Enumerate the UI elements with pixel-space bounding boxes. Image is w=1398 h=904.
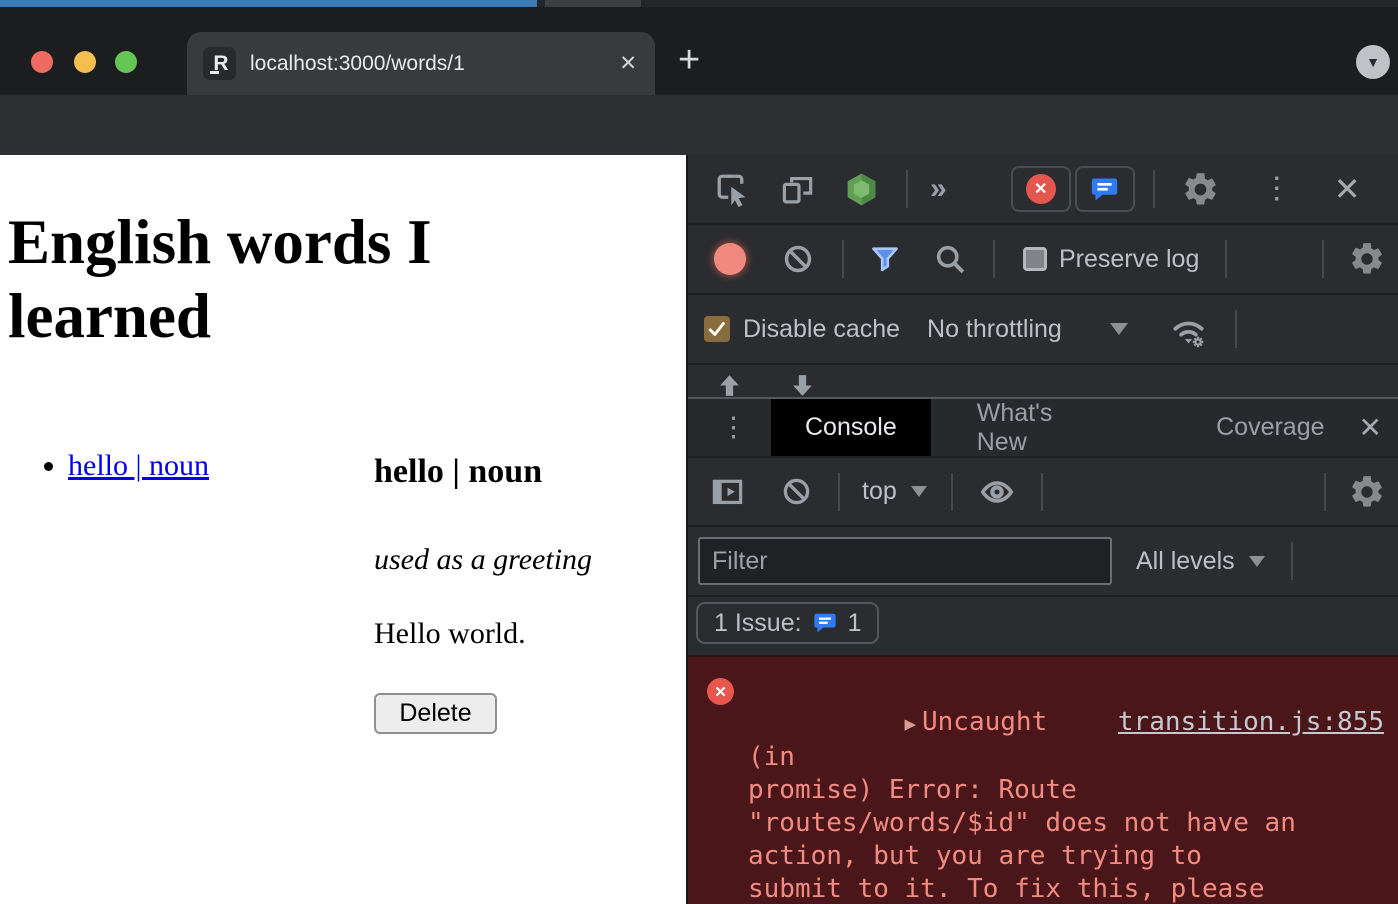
tab-close-icon[interactable]: ✕ <box>619 51 637 76</box>
log-level-select[interactable]: All levels <box>1136 547 1235 576</box>
console-filter-input[interactable] <box>698 537 1112 585</box>
issues-row: 1 Issue: 1 <box>688 597 1398 649</box>
window-top-edge <box>0 0 1398 7</box>
content-area: English words I learned hello | noun hel… <box>0 155 1398 904</box>
issues-bubble-icon <box>1089 174 1120 205</box>
issues-counter-button[interactable]: 1 Issue: 1 <box>696 602 879 644</box>
tab-title: localhost:3000/words/1 <box>250 52 465 76</box>
delete-button[interactable]: Delete <box>374 693 497 734</box>
console-sidebar-icon[interactable] <box>710 474 745 509</box>
preserve-log-label[interactable]: Preserve log <box>1059 245 1199 274</box>
word-detail-title: hello | noun <box>374 453 542 491</box>
separator <box>838 473 840 511</box>
separator <box>1235 310 1237 348</box>
console-error-entry[interactable]: ✕ transition.js:855▶Uncaught (in promise… <box>688 655 1398 904</box>
browser-tab[interactable]: R localhost:3000/words/1 ✕ <box>187 32 655 95</box>
console-filter-row: All levels <box>688 527 1398 597</box>
error-source-link[interactable]: transition.js:855 <box>1118 706 1384 739</box>
network-search-icon[interactable] <box>934 243 967 276</box>
record-network-log-button[interactable] <box>714 243 746 275</box>
node-icon[interactable] <box>843 171 880 208</box>
separator <box>993 240 995 278</box>
import-har-icon[interactable] <box>716 372 743 399</box>
separator <box>842 240 844 278</box>
error-count-icon: ✕ <box>1026 174 1056 204</box>
drawer-menu-icon[interactable]: ⋮ <box>720 414 747 441</box>
separator <box>1225 240 1227 278</box>
checkmark-icon <box>706 318 728 340</box>
background-window-notch <box>545 0 641 7</box>
disable-cache-checkbox[interactable] <box>704 316 730 342</box>
expand-triangle-icon[interactable]: ▶ <box>905 713 916 735</box>
separator <box>951 473 953 511</box>
issues-count: 1 <box>848 609 862 638</box>
throttling-caret-icon[interactable] <box>1110 323 1128 335</box>
remix-favicon-icon: R <box>203 47 236 80</box>
more-panels-icon[interactable]: » <box>930 172 949 206</box>
word-list: hello | noun <box>40 449 209 483</box>
network-conditions-icon[interactable] <box>1168 309 1209 350</box>
context-select[interactable]: top <box>862 477 897 506</box>
export-har-icon[interactable] <box>789 372 816 399</box>
throttling-select[interactable]: No throttling <box>927 315 1062 344</box>
error-icon: ✕ <box>707 678 734 705</box>
network-toolbar: Preserve log <box>688 225 1398 295</box>
separator <box>1153 170 1155 208</box>
separator <box>1324 473 1326 511</box>
clear-console-icon[interactable] <box>781 476 812 507</box>
separator <box>1322 240 1324 278</box>
tab-coverage[interactable]: Coverage <box>1182 399 1358 456</box>
issues-badge[interactable] <box>1075 166 1135 212</box>
tab-whats-new[interactable]: What's New <box>943 399 1126 456</box>
tab-search-button[interactable]: ▼ <box>1356 45 1390 79</box>
web-page: English words I learned hello | noun hel… <box>0 155 686 904</box>
traffic-light-close[interactable] <box>31 51 53 73</box>
traffic-light-zoom[interactable] <box>115 51 137 73</box>
network-filter-icon[interactable] <box>868 242 902 276</box>
device-toolbar-icon[interactable] <box>780 172 815 207</box>
new-tab-button[interactable]: + <box>678 39 700 82</box>
word-example: Hello world. <box>374 617 526 651</box>
devtools-main-toolbar: » ✕ ⋮ ✕ <box>688 155 1398 225</box>
har-import-export-row <box>688 365 1398 399</box>
background-window-edge <box>0 0 537 7</box>
page-title: English words I learned <box>8 205 568 354</box>
console-toolbar: top <box>688 458 1398 527</box>
log-level-caret-icon[interactable] <box>1249 556 1265 567</box>
drawer-tab-bar: ⋮ Console What's New Coverage ✕ <box>688 399 1398 458</box>
issue-bubble-icon <box>812 610 838 636</box>
separator <box>1291 542 1293 580</box>
browser-toolbar: ← → localhost:3000/words/1 ☆ Incognito ⋮ <box>0 95 1398 155</box>
network-options-row: Disable cache No throttling <box>688 295 1398 365</box>
remix-underbar <box>210 71 219 74</box>
devtools-panel: » ✕ ⋮ ✕ Preserve <box>686 155 1398 904</box>
list-item: hello | noun <box>68 449 209 483</box>
live-expression-eye-icon[interactable] <box>979 474 1015 510</box>
disable-cache-label[interactable]: Disable cache <box>743 315 900 344</box>
devtools-menu-icon[interactable]: ⋮ <box>1262 174 1292 204</box>
screen: R localhost:3000/words/1 ✕ + ▼ ← → local… <box>0 0 1398 904</box>
console-settings-gear-icon[interactable] <box>1348 473 1386 511</box>
separator <box>1041 473 1043 511</box>
preserve-log-checkbox[interactable] <box>1023 247 1047 271</box>
inspect-element-icon[interactable] <box>714 171 750 207</box>
issues-label: 1 Issue: <box>714 609 802 638</box>
caret-down-icon: ▼ <box>1366 54 1380 70</box>
context-caret-icon[interactable] <box>911 486 927 497</box>
error-message-block: transition.js:855▶Uncaught (in promise) … <box>748 673 1384 904</box>
clear-network-icon[interactable] <box>782 243 814 275</box>
devtools-close-icon[interactable]: ✕ <box>1334 170 1361 208</box>
drawer-close-icon[interactable]: ✕ <box>1359 411 1382 444</box>
console-errors-badge[interactable]: ✕ <box>1011 166 1071 212</box>
tab-strip: R localhost:3000/words/1 ✕ + ▼ <box>0 7 1398 95</box>
word-link[interactable]: hello | noun <box>68 449 209 482</box>
word-definition: used as a greeting <box>374 543 592 577</box>
separator <box>906 170 908 208</box>
traffic-light-minimize[interactable] <box>74 51 96 73</box>
network-settings-gear-icon[interactable] <box>1348 240 1386 278</box>
settings-gear-icon[interactable] <box>1181 170 1220 209</box>
tab-console[interactable]: Console <box>771 399 931 456</box>
